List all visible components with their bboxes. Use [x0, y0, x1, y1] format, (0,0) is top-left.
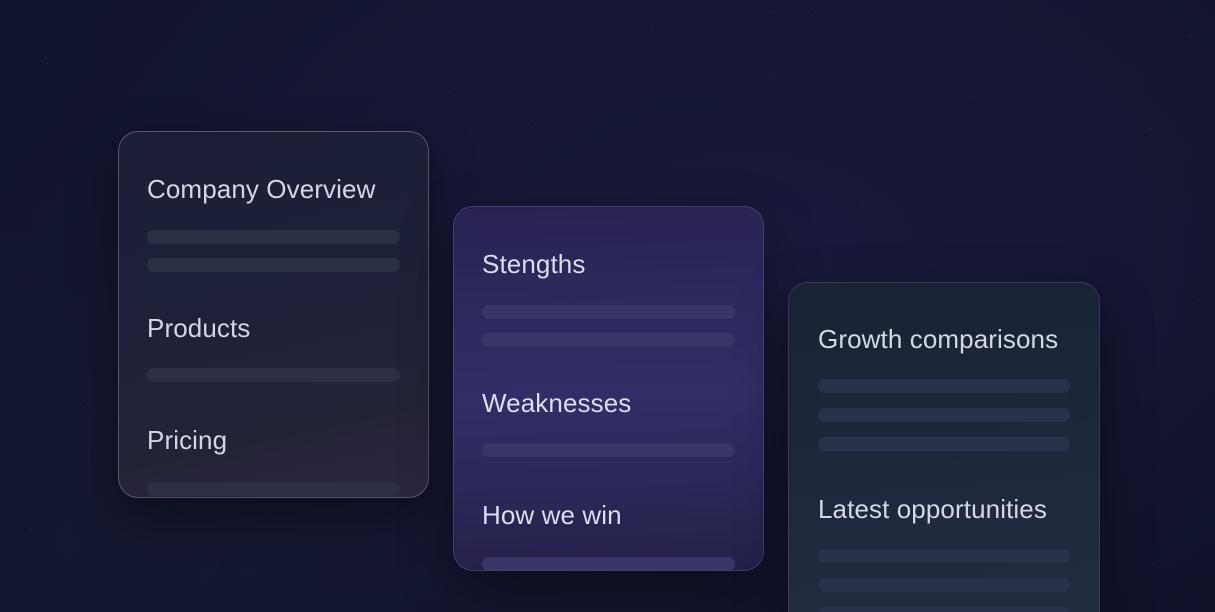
- star-dot: [1036, 101, 1037, 102]
- star-dot: [83, 400, 84, 401]
- star-dot: [440, 590, 441, 591]
- card-growth-comparisons[interactable]: Growth comparisons Latest opportunities: [788, 282, 1100, 612]
- star-dot: [1122, 470, 1123, 471]
- star-dot: [771, 12, 772, 13]
- star-dot: [863, 200, 864, 201]
- scene-canvas: Company Overview Products Pricing Stengt…: [0, 0, 1215, 612]
- star-dot: [771, 74, 772, 75]
- card-company-overview[interactable]: Company Overview Products Pricing: [118, 131, 429, 498]
- card-strengths-body: Stengths Weaknesses How we win: [454, 207, 763, 570]
- skeleton-bar: [818, 549, 1070, 563]
- skeleton-bar: [818, 607, 1070, 612]
- card-strengths[interactable]: Stengths Weaknesses How we win: [453, 206, 764, 571]
- star-dot: [811, 8, 812, 9]
- star-dot: [1199, 300, 1200, 301]
- star-dot: [6, 190, 7, 191]
- star-dot: [651, 26, 652, 27]
- skeleton-bar: [818, 437, 1070, 451]
- skeleton-bar: [147, 482, 400, 496]
- star-dot: [1059, 222, 1060, 223]
- section-heading-growth-comparisons: Growth comparisons: [818, 324, 1059, 354]
- star-dot: [925, 44, 926, 45]
- section-heading-how-we-win: How we win: [482, 500, 622, 530]
- skeleton-bar: [147, 258, 400, 272]
- skeleton-bar: [818, 379, 1070, 393]
- skeleton-bar: [147, 230, 400, 244]
- star-dot: [1150, 128, 1151, 129]
- card-growth-comparisons-body: Growth comparisons Latest opportunities: [789, 283, 1099, 612]
- skeleton-bar: [818, 578, 1070, 592]
- skeleton-bar: [482, 333, 735, 347]
- skeleton-bar: [482, 443, 735, 457]
- star-dot: [217, 560, 218, 561]
- skeleton-bar: [818, 408, 1070, 422]
- star-dot: [1190, 36, 1191, 37]
- star-dot: [1159, 560, 1160, 561]
- section-heading-pricing: Pricing: [147, 425, 228, 455]
- section-heading-company-overview: Company Overview: [147, 174, 376, 204]
- star-dot: [47, 63, 48, 64]
- skeleton-bar: [147, 368, 400, 382]
- card-company-overview-body: Company Overview Products Pricing: [119, 132, 428, 497]
- section-heading-products: Products: [147, 313, 251, 343]
- star-dot: [371, 26, 372, 27]
- section-heading-weaknesses: Weaknesses: [482, 388, 632, 418]
- star-dot: [531, 120, 532, 121]
- section-heading-stengths: Stengths: [482, 249, 586, 279]
- star-dot: [455, 95, 456, 96]
- star-dot: [600, 585, 601, 586]
- skeleton-bar: [482, 305, 735, 319]
- skeleton-bar: [482, 557, 735, 570]
- star-dot: [970, 97, 971, 98]
- section-heading-latest-opportunities: Latest opportunities: [818, 494, 1047, 524]
- star-dot: [30, 530, 31, 531]
